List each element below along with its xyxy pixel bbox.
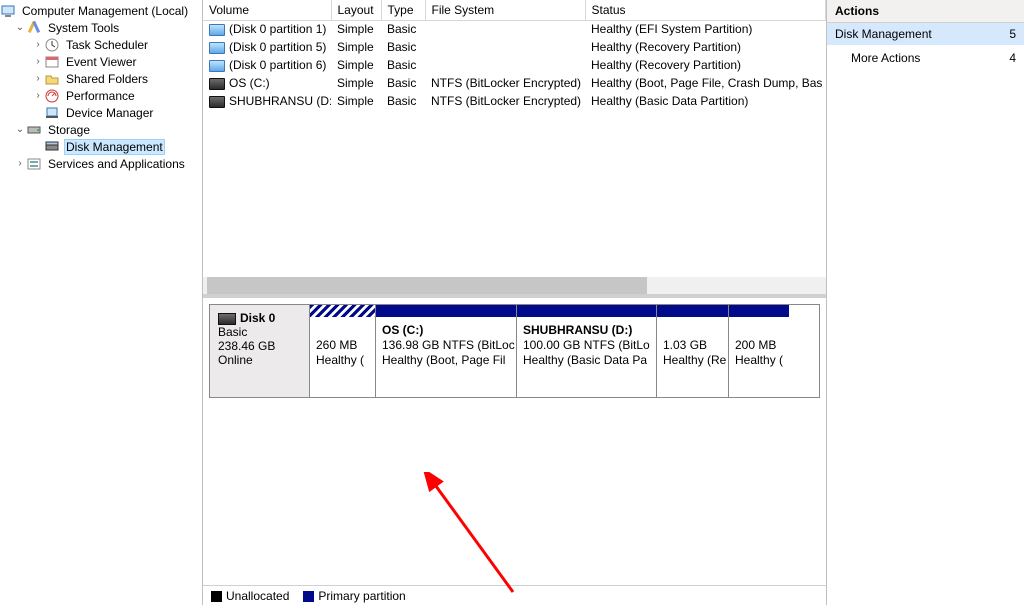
tree-root[interactable]: Computer Management (Local) (0, 2, 202, 19)
event-icon (44, 54, 60, 70)
legend-unallocated-label: Unallocated (226, 589, 289, 603)
partition-block[interactable]: 200 MBHealthy ( (729, 305, 789, 397)
tree-label: Computer Management (Local) (20, 4, 190, 18)
col-type[interactable]: Type (381, 0, 425, 20)
col-volume[interactable]: Volume (203, 0, 331, 20)
tree-shared-folders[interactable]: › Shared Folders (0, 70, 202, 87)
tree-performance[interactable]: › Performance (0, 87, 202, 104)
volume-list[interactable]: Volume Layout Type File System Status (D… (203, 0, 826, 110)
tree-services-apps[interactable]: › Services and Applications (0, 155, 202, 172)
content-pane: Volume Layout Type File System Status (D… (203, 0, 827, 605)
volume-icon (209, 60, 225, 72)
tree-label: Services and Applications (46, 157, 187, 171)
partition-block[interactable]: OS (C:)136.98 GB NTFS (BitLocHealthy (Bo… (376, 305, 517, 397)
col-layout[interactable]: Layout (331, 0, 381, 20)
tree-label: Task Scheduler (64, 38, 150, 52)
chevron-down-icon[interactable]: ⌄ (14, 125, 26, 135)
chevron-right-icon[interactable]: › (14, 159, 26, 169)
table-row[interactable]: OS (C:)SimpleBasicNTFS (BitLocker Encryp… (203, 74, 826, 92)
action-item-suffix: 4 (1009, 51, 1016, 65)
tree-label: Performance (64, 89, 137, 103)
legend: Unallocated Primary partition (203, 585, 826, 605)
performance-icon (44, 88, 60, 104)
clock-icon (44, 37, 60, 53)
services-icon (26, 156, 42, 172)
tree-disk-management[interactable]: › Disk Management (0, 138, 202, 155)
computer-icon (0, 3, 16, 19)
volume-icon (209, 24, 225, 36)
disk-icon (218, 313, 236, 325)
legend-unallocated-swatch (211, 591, 222, 602)
tree-label: Disk Management (64, 139, 165, 155)
table-row[interactable]: (Disk 0 partition 6)SimpleBasicHealthy (… (203, 56, 826, 74)
col-filesystem[interactable]: File System (425, 0, 585, 20)
disk-state: Online (218, 353, 301, 367)
actions-pane: Actions Disk Management 5 More Actions 4 (827, 0, 1024, 605)
volume-icon (209, 78, 225, 90)
chevron-right-icon[interactable]: › (32, 57, 44, 67)
annotation-arrow (423, 472, 543, 602)
legend-primary-label: Primary partition (318, 589, 405, 603)
partition-block[interactable]: 260 MBHealthy ( (310, 305, 376, 397)
table-row[interactable]: (Disk 0 partition 5)SimpleBasicHealthy (… (203, 38, 826, 56)
action-group-disk-management[interactable]: Disk Management 5 (827, 23, 1024, 45)
table-row[interactable]: (Disk 0 partition 1)SimpleBasicHealthy (… (203, 20, 826, 38)
disk-type: Basic (218, 325, 301, 339)
tree-label: Shared Folders (64, 72, 150, 86)
tree-event-viewer[interactable]: › Event Viewer (0, 53, 202, 70)
action-group-suffix: 5 (1009, 27, 1016, 41)
disk-header[interactable]: Disk 0 Basic 238.46 GB Online (210, 305, 310, 397)
horizontal-scrollbar[interactable] (203, 277, 826, 294)
chevron-right-icon[interactable]: › (32, 91, 44, 101)
disk-size: 238.46 GB (218, 339, 301, 353)
volume-icon (209, 96, 225, 108)
chevron-right-icon[interactable]: › (32, 40, 44, 50)
volume-icon (209, 42, 225, 54)
tree-label: Device Manager (64, 106, 155, 120)
actions-header: Actions (827, 0, 1024, 23)
disk-label: Disk 0 (240, 311, 275, 325)
nav-tree[interactable]: Computer Management (Local) ⌄ System Too… (0, 0, 203, 605)
partition-block[interactable]: SHUBHRANSU (D:)100.00 GB NTFS (BitLoHeal… (517, 305, 657, 397)
col-status[interactable]: Status (585, 0, 826, 20)
chevron-right-icon[interactable]: › (32, 74, 44, 84)
folder-shared-icon (44, 71, 60, 87)
tree-label: Storage (46, 123, 92, 137)
storage-icon (26, 122, 42, 138)
tree-label: Event Viewer (64, 55, 138, 69)
tree-label: System Tools (46, 21, 121, 35)
tree-storage[interactable]: ⌄ Storage (0, 121, 202, 138)
disk-row[interactable]: Disk 0 Basic 238.46 GB Online 260 MBHeal… (209, 304, 820, 398)
partition-block[interactable]: 1.03 GBHealthy (Re (657, 305, 729, 397)
disk-mgmt-icon (44, 139, 60, 155)
tree-system-tools[interactable]: ⌄ System Tools (0, 19, 202, 36)
tree-device-manager[interactable]: › Device Manager (0, 104, 202, 121)
tools-icon (26, 20, 42, 36)
table-row[interactable]: SHUBHRANSU (D:)SimpleBasicNTFS (BitLocke… (203, 92, 826, 110)
action-item-label: More Actions (851, 51, 920, 65)
legend-primary-swatch (303, 591, 314, 602)
action-more-actions[interactable]: More Actions 4 (827, 45, 1024, 71)
action-group-label: Disk Management (835, 27, 932, 41)
tree-task-scheduler[interactable]: › Task Scheduler (0, 36, 202, 53)
chevron-down-icon[interactable]: ⌄ (14, 23, 26, 33)
device-icon (44, 105, 60, 121)
disk-graphic-area: Disk 0 Basic 238.46 GB Online 260 MBHeal… (203, 298, 826, 605)
